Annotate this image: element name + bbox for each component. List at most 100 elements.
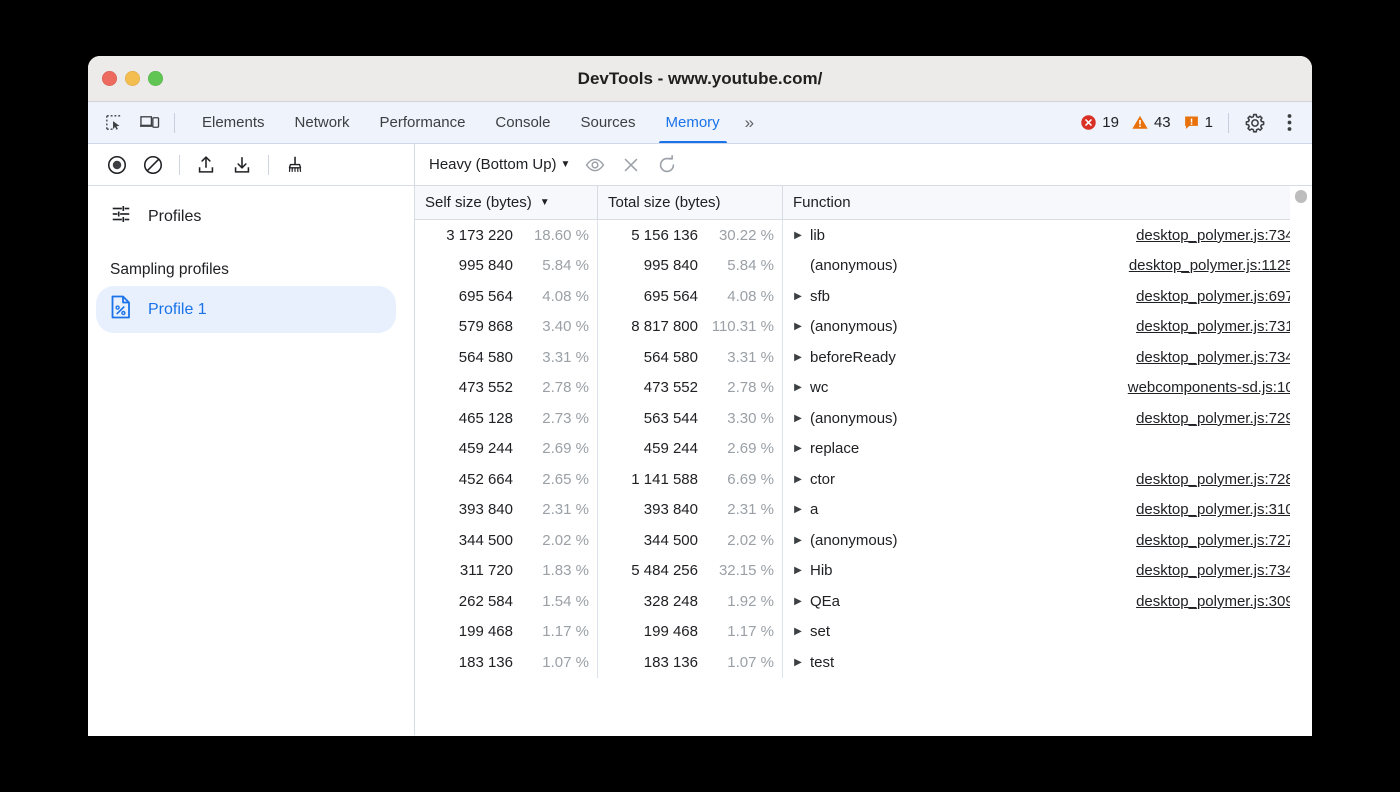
sidebar-item-profile-1[interactable]: Profile 1 <box>96 286 396 333</box>
table-row[interactable]: 579 8683.40 %8 817 800110.31 %▶(anonymou… <box>415 312 1312 343</box>
table-row[interactable]: 452 6642.65 %1 141 5886.69 %▶ctordesktop… <box>415 464 1312 495</box>
grid-scrollbar[interactable] <box>1290 186 1312 735</box>
table-row[interactable]: 199 4681.17 %199 4681.17 %▶set <box>415 617 1312 648</box>
more-options-icon[interactable] <box>1274 109 1304 137</box>
save-profile-icon[interactable] <box>225 150 259 180</box>
total-size-value: 995 840 <box>644 257 698 274</box>
close-window-button[interactable] <box>102 71 117 86</box>
table-row[interactable]: 465 1282.73 %563 5443.30 %▶(anonymous)de… <box>415 403 1312 434</box>
source-link[interactable]: webcomponents-sd.js:105 <box>1128 379 1302 396</box>
cell-function: ▶wcwebcomponents-sd.js:105 <box>783 373 1312 404</box>
expand-triangle-icon[interactable]: ▶ <box>793 321 803 332</box>
column-header-total-size[interactable]: Total size (bytes) <box>598 186 783 219</box>
maximize-window-button[interactable] <box>148 71 163 86</box>
source-link[interactable]: desktop_polymer.js:7344 <box>1136 227 1302 244</box>
focus-selected-eye-icon[interactable] <box>578 150 612 180</box>
source-link[interactable]: desktop_polymer.js:6970 <box>1136 288 1302 305</box>
self-size-percent: 1.54 % <box>513 593 589 610</box>
minimize-window-button[interactable] <box>125 71 140 86</box>
source-link[interactable]: desktop_polymer.js:7344 <box>1136 349 1302 366</box>
record-button[interactable] <box>100 150 134 180</box>
self-size-value: 393 840 <box>459 501 513 518</box>
issues-badge[interactable]: 1 <box>1179 114 1217 131</box>
inspect-element-icon[interactable] <box>98 109 128 137</box>
load-profile-icon[interactable] <box>189 150 223 180</box>
expand-triangle-icon[interactable]: ▶ <box>793 565 803 576</box>
tab-console[interactable]: Console <box>480 102 565 143</box>
source-link[interactable]: desktop_polymer.js:11258 <box>1129 257 1302 274</box>
self-size-value: 564 580 <box>459 349 513 366</box>
clear-all-broom-icon[interactable] <box>278 150 312 180</box>
source-link[interactable]: desktop_polymer.js:7342 <box>1136 562 1302 579</box>
cell-function: ▶beforeReadydesktop_polymer.js:7344 <box>783 342 1312 373</box>
error-badge[interactable]: 19 <box>1076 114 1123 131</box>
tab-network[interactable]: Network <box>280 102 365 143</box>
table-row[interactable]: 311 7201.83 %5 484 25632.15 %▶Hibdesktop… <box>415 556 1312 587</box>
self-size-value: 465 128 <box>459 410 513 427</box>
expand-triangle-icon[interactable]: ▶ <box>793 504 803 515</box>
cell-self-size: 452 6642.65 % <box>415 464 598 495</box>
table-row[interactable]: 564 5803.31 %564 5803.31 %▶beforeReadyde… <box>415 342 1312 373</box>
expand-triangle-icon[interactable]: ▶ <box>793 535 803 546</box>
expand-triangle-icon[interactable]: ▶ <box>793 230 803 241</box>
tabbar-divider <box>174 113 175 133</box>
cell-total-size: 183 1361.07 % <box>598 647 783 678</box>
expand-triangle-icon[interactable]: ▶ <box>793 596 803 607</box>
column-header-self-size[interactable]: Self size (bytes) ▼ <box>415 186 598 219</box>
table-row[interactable]: 995 8405.84 %995 8405.84 %▶(anonymous)de… <box>415 251 1312 282</box>
expand-triangle-icon[interactable]: ▶ <box>793 626 803 637</box>
warning-badge[interactable]: 43 <box>1127 114 1175 131</box>
cell-total-size: 5 156 13630.22 % <box>598 220 783 251</box>
devtools-window: DevTools - www.youtube.com/ <box>88 56 1312 736</box>
table-row[interactable]: 393 8402.31 %393 8402.31 %▶adesktop_poly… <box>415 495 1312 526</box>
self-size-value: 452 664 <box>459 471 513 488</box>
source-link[interactable]: desktop_polymer.js:7319 <box>1136 318 1302 335</box>
total-size-percent: 3.31 % <box>698 349 774 366</box>
gear-icon[interactable] <box>1240 109 1270 137</box>
cell-self-size: 995 8405.84 % <box>415 251 598 282</box>
clear-button[interactable] <box>136 150 170 180</box>
expand-triangle-icon[interactable]: ▶ <box>793 291 803 302</box>
total-size-percent: 1.92 % <box>698 593 774 610</box>
device-toolbar-icon[interactable] <box>134 109 164 137</box>
table-row[interactable]: 695 5644.08 %695 5644.08 %▶sfbdesktop_po… <box>415 281 1312 312</box>
self-size-percent: 2.69 % <box>513 440 589 457</box>
table-row[interactable]: 344 5002.02 %344 5002.02 %▶(anonymous)de… <box>415 525 1312 556</box>
self-size-percent: 5.84 % <box>513 257 589 274</box>
tab-sources[interactable]: Sources <box>565 102 650 143</box>
grid-scrollbar-thumb[interactable] <box>1295 190 1307 203</box>
column-header-function[interactable]: Function <box>783 186 1312 219</box>
view-mode-dropdown[interactable]: Heavy (Bottom Up) ▼ <box>427 153 576 176</box>
tab-elements[interactable]: Elements <box>187 102 280 143</box>
function-name: (anonymous) <box>810 257 898 274</box>
expand-triangle-icon[interactable]: ▶ <box>793 443 803 454</box>
refresh-icon[interactable] <box>650 150 684 180</box>
more-tabs-icon[interactable]: » <box>735 113 762 133</box>
expand-triangle-icon[interactable]: ▶ <box>793 657 803 668</box>
tab-performance[interactable]: Performance <box>365 102 481 143</box>
close-x-icon[interactable] <box>614 150 648 180</box>
source-link[interactable]: desktop_polymer.js:7285 <box>1136 471 1302 488</box>
source-link[interactable]: desktop_polymer.js:3094 <box>1136 593 1302 610</box>
source-link[interactable]: desktop_polymer.js:3102 <box>1136 501 1302 518</box>
source-link[interactable]: desktop_polymer.js:7297 <box>1136 410 1302 427</box>
table-row[interactable]: 3 173 22018.60 %5 156 13630.22 %▶libdesk… <box>415 220 1312 251</box>
table-row[interactable]: 183 1361.07 %183 1361.07 %▶test <box>415 647 1312 678</box>
self-size-percent: 2.78 % <box>513 379 589 396</box>
self-size-value: 344 500 <box>459 532 513 549</box>
total-size-percent: 4.08 % <box>698 288 774 305</box>
expand-triangle-icon[interactable]: ▶ <box>793 382 803 393</box>
expand-triangle-icon[interactable]: ▶ <box>793 474 803 485</box>
window-titlebar: DevTools - www.youtube.com/ <box>88 56 1312 102</box>
tab-memory[interactable]: Memory <box>651 102 735 143</box>
table-row[interactable]: 262 5841.54 %328 2481.92 %▶QEadesktop_po… <box>415 586 1312 617</box>
total-size-value: 328 248 <box>644 593 698 610</box>
panel-tabs: Elements Network Performance Console Sou… <box>187 102 735 143</box>
table-row[interactable]: 473 5522.78 %473 5522.78 %▶wcwebcomponen… <box>415 373 1312 404</box>
expand-triangle-icon[interactable]: ▶ <box>793 413 803 424</box>
table-row[interactable]: 459 2442.69 %459 2442.69 %▶replace <box>415 434 1312 465</box>
expand-triangle-icon[interactable]: ▶ <box>793 352 803 363</box>
profile-grid: Self size (bytes) ▼ Total size (bytes) F… <box>415 186 1312 735</box>
sidebar-header[interactable]: Profiles <box>88 194 414 239</box>
source-link[interactable]: desktop_polymer.js:7273 <box>1136 532 1302 549</box>
